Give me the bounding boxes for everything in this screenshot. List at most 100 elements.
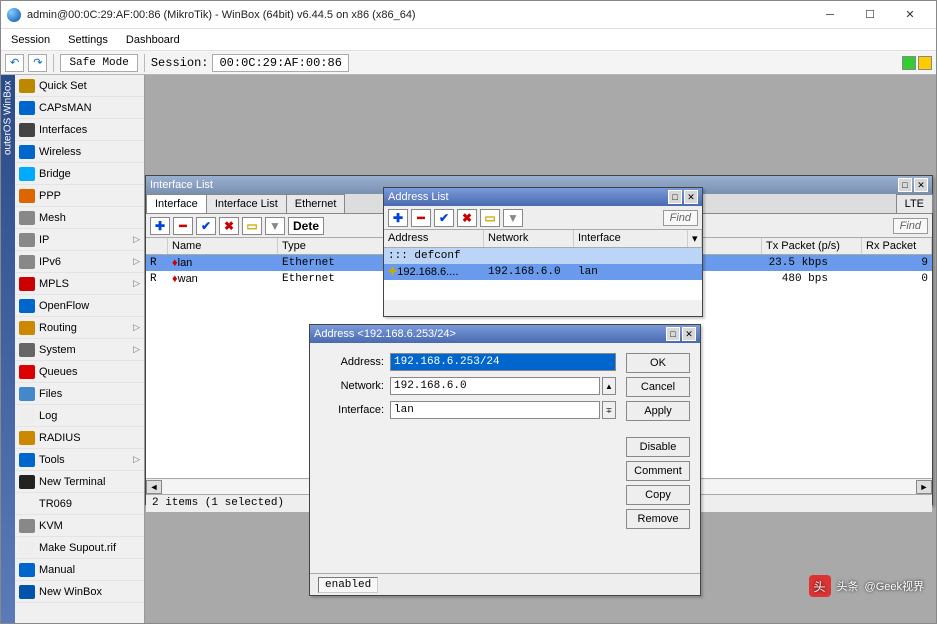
sidebar-item-interfaces[interactable]: Interfaces [15,119,144,141]
addr-disable-button[interactable]: ✖ [457,209,477,227]
col-address[interactable]: Address [384,230,484,247]
sidebar-item-label: New WinBox [39,586,102,598]
sidebar-item-kvm[interactable]: KVM [15,515,144,537]
sidebar-item-label: OpenFlow [39,300,89,312]
filter-button[interactable]: ▼ [265,217,285,235]
col-interface[interactable]: Interface [574,230,688,247]
find-button[interactable]: Find [893,218,928,234]
chevron-right-icon: ▷ [133,454,140,465]
chevron-right-icon: ▷ [133,278,140,289]
addr-remove-button[interactable]: ━ [411,209,431,227]
safe-mode-button[interactable]: Safe Mode [60,54,137,72]
col-dropdown-icon[interactable]: ▾ [688,230,702,247]
network-input[interactable] [390,377,600,395]
sidebar-item-label: Wireless [39,146,81,158]
disable-button[interactable]: ✖ [219,217,239,235]
sidebar-item-openflow[interactable]: OpenFlow [15,295,144,317]
enable-button[interactable]: ✔ [196,217,216,235]
apply-button[interactable]: Apply [626,401,690,421]
sidebar-icon [19,211,35,225]
tab-interface[interactable]: Interface [146,194,207,213]
menubar: Session Settings Dashboard [1,29,936,51]
remove-button[interactable]: ━ [173,217,193,235]
sidebar-item-radius[interactable]: RADIUS [15,427,144,449]
sidebar-item-wireless[interactable]: Wireless [15,141,144,163]
addr-filter-button[interactable]: ▼ [503,209,523,227]
col-type[interactable]: Type [278,238,388,254]
close-button[interactable]: ✕ [890,4,930,26]
scroll-left-icon[interactable]: ◄ [146,480,162,494]
addrdlg-min-icon[interactable]: □ [666,327,680,341]
sidebar-item-system[interactable]: System▷ [15,339,144,361]
sidebar-item-make-supout.rif[interactable]: Make Supout.rif [15,537,144,559]
sidebar-item-label: Tools [39,454,65,466]
addr-group-row[interactable]: ::: defconf [384,248,702,264]
watermark-logo-icon: 头 [809,575,831,597]
maximize-button[interactable]: ☐ [850,4,890,26]
col-rxp[interactable]: Rx Packet [862,238,932,254]
copy-button[interactable]: Copy [626,485,690,505]
col-txp[interactable]: Tx Packet (p/s) [762,238,862,254]
addrlist-close-icon[interactable]: ✕ [684,190,698,204]
session-value: 00:0C:29:AF:00:86 [212,54,348,72]
sidebar-item-label: RADIUS [39,432,81,444]
sidebar-item-ppp[interactable]: PPP [15,185,144,207]
menu-settings[interactable]: Settings [68,34,108,46]
sidebar-item-files[interactable]: Files [15,383,144,405]
address-input[interactable] [390,353,616,371]
interface-list-title: Interface List [150,179,213,191]
tab-ethernet[interactable]: Ethernet [286,194,346,213]
cancel-button[interactable]: Cancel [626,377,690,397]
comment-button[interactable]: Comment [626,461,690,481]
redo-button[interactable]: ↷ [28,54,47,72]
interface-input[interactable] [390,401,600,419]
detect-button[interactable]: Dete [288,217,324,235]
undo-button[interactable]: ↶ [5,54,24,72]
tab-interface-list[interactable]: Interface List [206,194,287,213]
disable-button[interactable]: Disable [626,437,690,457]
ok-button[interactable]: OK [626,353,690,373]
app-icon [7,8,21,22]
sidebar-item-ipv6[interactable]: IPv6▷ [15,251,144,273]
sidebar-item-routing[interactable]: Routing▷ [15,317,144,339]
scroll-right-icon[interactable]: ► [916,480,932,494]
sidebar-icon [19,585,35,599]
addr-find-button[interactable]: Find [663,210,698,226]
comment-button[interactable]: ▭ [242,217,262,235]
chevron-right-icon: ▷ [133,322,140,333]
addr-add-button[interactable]: ✚ [388,209,408,227]
sidebar-item-mpls[interactable]: MPLS▷ [15,273,144,295]
interface-dropdown-icon[interactable]: ∓ [602,401,616,419]
menu-session[interactable]: Session [11,34,50,46]
addrlist-min-icon[interactable]: □ [668,190,682,204]
sidebar-item-manual[interactable]: Manual [15,559,144,581]
sidebar-item-new-terminal[interactable]: New Terminal [15,471,144,493]
sidebar-item-quick-set[interactable]: Quick Set [15,75,144,97]
iflist-min-icon[interactable]: □ [898,178,912,192]
sidebar-item-bridge[interactable]: Bridge [15,163,144,185]
sidebar-item-mesh[interactable]: Mesh [15,207,144,229]
sidebar-item-new-winbox[interactable]: New WinBox [15,581,144,603]
addrdlg-close-icon[interactable]: ✕ [682,327,696,341]
minimize-button[interactable]: ─ [810,4,850,26]
sidebar-item-ip[interactable]: IP▷ [15,229,144,251]
network-up-icon[interactable]: ▲ [602,377,616,395]
sidebar-item-capsman[interactable]: CAPsMAN [15,97,144,119]
sidebar-item-tools[interactable]: Tools ▷ [15,449,144,471]
add-button[interactable]: ✚ [150,217,170,235]
menu-dashboard[interactable]: Dashboard [126,34,180,46]
col-network[interactable]: Network [484,230,574,247]
sidebar-icon [19,321,35,335]
sidebar: Quick SetCAPsMANInterfaces Wireless Bridge… [15,75,145,623]
sidebar-item-queues[interactable]: Queues [15,361,144,383]
addr-enable-button[interactable]: ✔ [434,209,454,227]
col-name[interactable]: Name [168,238,278,254]
addr-row[interactable]: ✚192.168.6.... 192.168.6.0 lan [384,264,702,280]
addr-comment-button[interactable]: ▭ [480,209,500,227]
remove-button[interactable]: Remove [626,509,690,529]
col-flag[interactable] [146,238,168,254]
tab-lte[interactable]: LTE [896,194,933,213]
iflist-close-icon[interactable]: ✕ [914,178,928,192]
sidebar-item-log[interactable]: Log [15,405,144,427]
sidebar-item-tr069[interactable]: TR069 [15,493,144,515]
